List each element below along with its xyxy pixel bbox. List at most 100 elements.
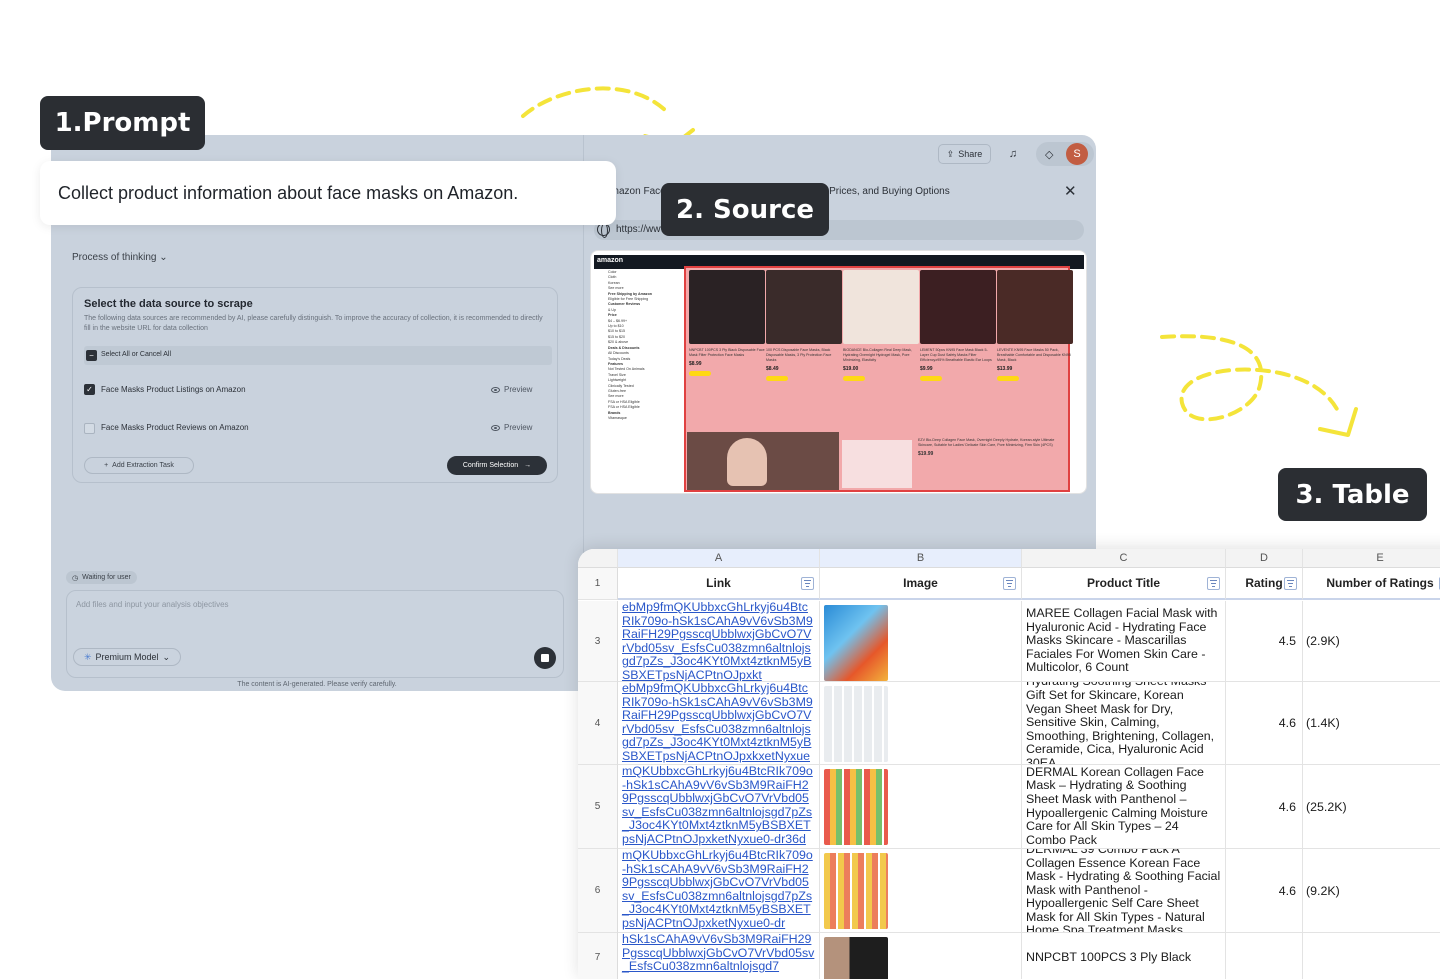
amazon-product-card: LEMENT 50pcs KN95 Face Mask Black 5-Laye…: [920, 270, 996, 430]
product-title: NNPCBT 100PCS 3 Ply Black: [1026, 949, 1192, 964]
amazon-add-to-cart-button: [997, 376, 1019, 381]
column-header-c[interactable]: C: [1022, 549, 1226, 568]
header-cell[interactable]: Link: [618, 568, 820, 600]
product-link[interactable]: ebMp9fmQKUbbxcGhLrkyj6u4BtcRIk709o-hSk1s…: [618, 601, 819, 681]
product-thumbnail: [824, 769, 888, 845]
rating-count-cell[interactable]: [1303, 933, 1440, 979]
link-cell[interactable]: mQKUbbxcGhLrkyj6u4BtcRIk709o-hSk1sCAhA9v…: [618, 765, 820, 849]
column-header-a[interactable]: A: [618, 549, 820, 568]
product-link[interactable]: mQKUbbxcGhLrkyj6u4BtcRIk709o-hSk1sCAhA9v…: [618, 849, 819, 931]
image-cell[interactable]: [820, 933, 1022, 979]
title-cell[interactable]: MAREE Collagen Facial Mask with Hyaluron…: [1022, 601, 1226, 682]
step-tag-table: 3. Table: [1278, 468, 1427, 521]
amazon-sponsored-title: EZV Bio-Deep Collagen Face Mask, Overnig…: [918, 438, 1055, 447]
amazon-product-image: [997, 270, 1073, 344]
header-cell[interactable]: Product Title: [1022, 568, 1226, 600]
model-selector-label: Premium Model: [95, 652, 159, 662]
source-label-reviews: Face Masks Product Reviews on Amazon: [101, 423, 249, 432]
title-cell[interactable]: NNPCBT 100PCS 3 Ply Black: [1022, 933, 1226, 979]
title-cell[interactable]: DERMAL Korean Collagen Face Mask – Hydra…: [1022, 765, 1226, 849]
amazon-filter-item: Vitamasque: [608, 415, 627, 420]
bell-icon[interactable]: ♫: [1007, 147, 1019, 161]
filter-icon[interactable]: [1207, 577, 1220, 590]
amazon-sponsored-price: $19.99: [918, 451, 934, 457]
title-cell[interactable]: Hydrating Soothing Sheet Masks Gift Set …: [1022, 682, 1226, 765]
rating-cell[interactable]: 4.6: [1226, 682, 1303, 765]
rating-cell[interactable]: [1226, 933, 1303, 979]
preview-button-listings[interactable]: Preview: [491, 385, 532, 394]
rating-count-cell[interactable]: (25.2K): [1303, 765, 1440, 849]
image-cell[interactable]: [820, 601, 1022, 682]
rating-cell[interactable]: 4.6: [1226, 849, 1303, 933]
select-all-checkbox[interactable]: −: [86, 350, 97, 361]
avatar[interactable]: S: [1066, 143, 1088, 165]
image-cell[interactable]: [820, 682, 1022, 765]
close-icon[interactable]: ✕: [1064, 182, 1077, 200]
column-header-b[interactable]: B: [820, 549, 1022, 568]
amazon-product-image: [766, 270, 842, 344]
filter-icon[interactable]: [1003, 577, 1016, 590]
header-label: Rating: [1245, 576, 1283, 590]
rating-count-cell[interactable]: (1.4K): [1303, 682, 1440, 765]
rating-value: 4.5: [1278, 634, 1296, 648]
amazon-product-price: $8.49: [766, 366, 779, 372]
rating-cell[interactable]: 4.6: [1226, 765, 1303, 849]
header-cell[interactable]: Number of Ratings: [1303, 568, 1440, 600]
select-all-label: Select All or Cancel All: [101, 351, 172, 358]
amazon-product-card: NNPCBT 100PCS 3 Ply Black Disposable Fac…: [689, 270, 765, 430]
filter-icon[interactable]: [1284, 577, 1297, 590]
process-of-thinking-toggle[interactable]: Process of thinking ⌄: [72, 252, 168, 263]
amazon-product-image: [843, 270, 919, 344]
product-link[interactable]: hSk1sCAhA9vV6vSb3M9RaiFH29PgsscqUbblwxjG…: [618, 933, 819, 974]
product-thumbnail: [824, 686, 888, 762]
product-thumbnail: [824, 853, 888, 929]
source-checkbox-reviews[interactable]: [84, 423, 95, 434]
amazon-product-price: $13.99: [997, 366, 1013, 372]
link-cell[interactable]: mQKUbbxcGhLrkyj6u4BtcRIk709o-hSk1sCAhA9v…: [618, 849, 820, 933]
row-number: 6: [578, 849, 618, 933]
rating-cell[interactable]: 4.5: [1226, 601, 1303, 682]
rating-count-cell[interactable]: (9.2K): [1303, 849, 1440, 933]
confirm-selection-button[interactable]: Confirm Selection →: [447, 456, 547, 475]
add-extraction-task-button[interactable]: + Add Extraction Task: [84, 457, 194, 474]
title-cell[interactable]: DERMAL 39 Combo Pack A Collagen Essence …: [1022, 849, 1226, 933]
process-of-thinking-label: Process of thinking: [72, 252, 157, 263]
amazon-product-title: NNPCBT 100PCS 3 Ply Black Disposable Fac…: [689, 348, 765, 357]
rating-count-value: (2.9K): [1306, 634, 1340, 648]
link-cell[interactable]: ebMp9fmQKUbbxcGhLrkyj6u4BtcRIk709o-hSk1s…: [618, 682, 820, 765]
preview-button-reviews[interactable]: Preview: [491, 423, 532, 432]
link-cell[interactable]: ebMp9fmQKUbbxcGhLrkyj6u4BtcRIk709o-hSk1s…: [618, 601, 820, 682]
product-link[interactable]: ebMp9fmQKUbbxcGhLrkyj6u4BtcRIk709o-hSk1s…: [618, 682, 819, 764]
amazon-product-price: $9.99: [920, 366, 933, 372]
data-source-description: The following data sources are recommend…: [84, 315, 543, 332]
link-cell[interactable]: hSk1sCAhA9vV6vSb3M9RaiFH29PgsscqUbblwxjG…: [618, 933, 820, 979]
step-tag-source: 2. Source: [661, 183, 829, 236]
sparkle-icon: ✳: [83, 651, 92, 662]
stop-button[interactable]: [534, 647, 556, 669]
rating-count-value: (25.2K): [1306, 799, 1347, 814]
row-number: 4: [578, 682, 618, 765]
source-checkbox-listings[interactable]: ✓: [84, 384, 95, 395]
share-button[interactable]: ⇪ Share: [938, 144, 991, 164]
amazon-add-to-cart-button: [920, 376, 942, 381]
column-header-e[interactable]: E: [1303, 549, 1440, 568]
model-selector[interactable]: ✳ Premium Model ⌄: [73, 648, 181, 666]
rating-count-cell[interactable]: (2.9K): [1303, 601, 1440, 682]
amazon-product-price: $8.99: [689, 361, 702, 367]
stop-icon: [541, 654, 549, 662]
header-cell[interactable]: Image: [820, 568, 1022, 600]
product-link[interactable]: mQKUbbxcGhLrkyj6u4BtcRIk709o-hSk1sCAhA9v…: [618, 765, 819, 848]
filter-icon[interactable]: [801, 577, 814, 590]
rating-value: 4.6: [1278, 799, 1296, 814]
status-badge: ◷ Waiting for user: [66, 571, 137, 584]
plus-icon: +: [104, 462, 109, 469]
amazon-add-to-cart-button: [843, 376, 865, 381]
column-header-d[interactable]: D: [1226, 549, 1303, 568]
image-cell[interactable]: [820, 849, 1022, 933]
amazon-filter-sidebar: Color Cloth Korean See more Free Shipping by…: [608, 270, 680, 492]
image-cell[interactable]: [820, 765, 1022, 849]
header-cell[interactable]: Rating: [1226, 568, 1303, 600]
amazon-product-card: LEVENTE KN95 Face Masks 50 Pack, Breatha…: [997, 270, 1073, 430]
diamond-icon[interactable]: ◇: [1045, 148, 1053, 161]
status-text: Waiting for user: [82, 574, 131, 581]
